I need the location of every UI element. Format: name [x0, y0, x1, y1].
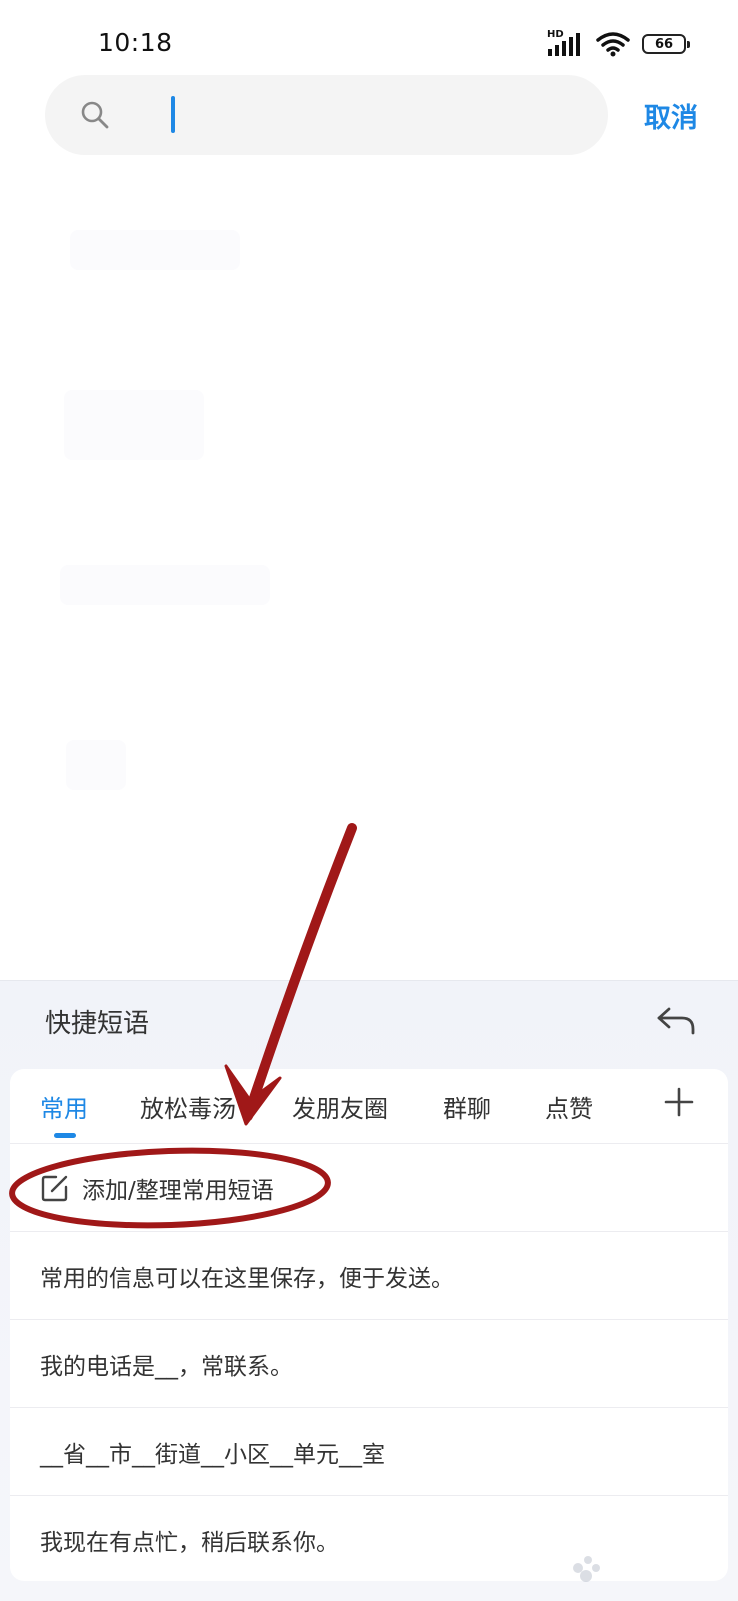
tab-relax[interactable]: 放松毒汤: [140, 1089, 236, 1124]
active-tab-indicator: [54, 1133, 76, 1138]
tab-moments[interactable]: 发朋友圈: [292, 1089, 388, 1124]
add-manage-label: 添加/整理常用短语: [82, 1177, 274, 1204]
tab-group-chat[interactable]: 群聊: [443, 1089, 491, 1124]
phrase-tabs: 常用 放松毒汤 发朋友圈 群聊 点赞: [10, 1069, 728, 1144]
quick-phrase-panel: 快捷短语 常用 放松毒汤 发朋友圈 群聊 点赞 添加/整理常用短语 常用的信息可…: [0, 980, 738, 1601]
faded-background-item: [66, 740, 126, 790]
faded-background-item: [60, 565, 270, 605]
tab-common[interactable]: 常用: [40, 1089, 88, 1124]
back-icon[interactable]: [654, 1001, 698, 1039]
status-bar: 10:18 HD 66: [0, 0, 738, 80]
edit-icon: [41, 1175, 68, 1201]
battery-icon: 66: [642, 34, 690, 54]
panel-title: 快捷短语: [45, 1009, 150, 1039]
tab-like[interactable]: 点赞: [545, 1089, 593, 1124]
phrase-item[interactable]: 常用的信息可以在这里保存，便于发送。: [10, 1232, 728, 1320]
text-cursor: [171, 96, 175, 133]
watermark-logo: [573, 1556, 600, 1582]
battery-level: 66: [654, 36, 674, 52]
search-input[interactable]: [169, 95, 569, 135]
cancel-button[interactable]: 取消: [644, 96, 698, 135]
search-box[interactable]: [45, 75, 608, 155]
phrase-card: 常用 放松毒汤 发朋友圈 群聊 点赞 添加/整理常用短语 常用的信息可以在这里保…: [10, 1069, 728, 1581]
add-manage-phrases-button[interactable]: 添加/整理常用短语: [10, 1144, 728, 1232]
signal-icon: HD: [546, 29, 584, 57]
signal-hd-label: HD: [547, 29, 564, 40]
faded-background-item: [70, 230, 240, 270]
phrase-item[interactable]: 我的电话是__，常联系。: [10, 1320, 728, 1408]
wifi-icon: [596, 31, 630, 57]
add-tab-icon[interactable]: [662, 1085, 696, 1119]
search-icon: [81, 101, 109, 129]
faded-background-item: [64, 390, 204, 460]
status-time: 10:18: [98, 28, 173, 57]
status-icons: HD 66: [546, 29, 690, 58]
phrase-item[interactable]: __省__市__街道__小区__单元__室: [10, 1408, 728, 1496]
